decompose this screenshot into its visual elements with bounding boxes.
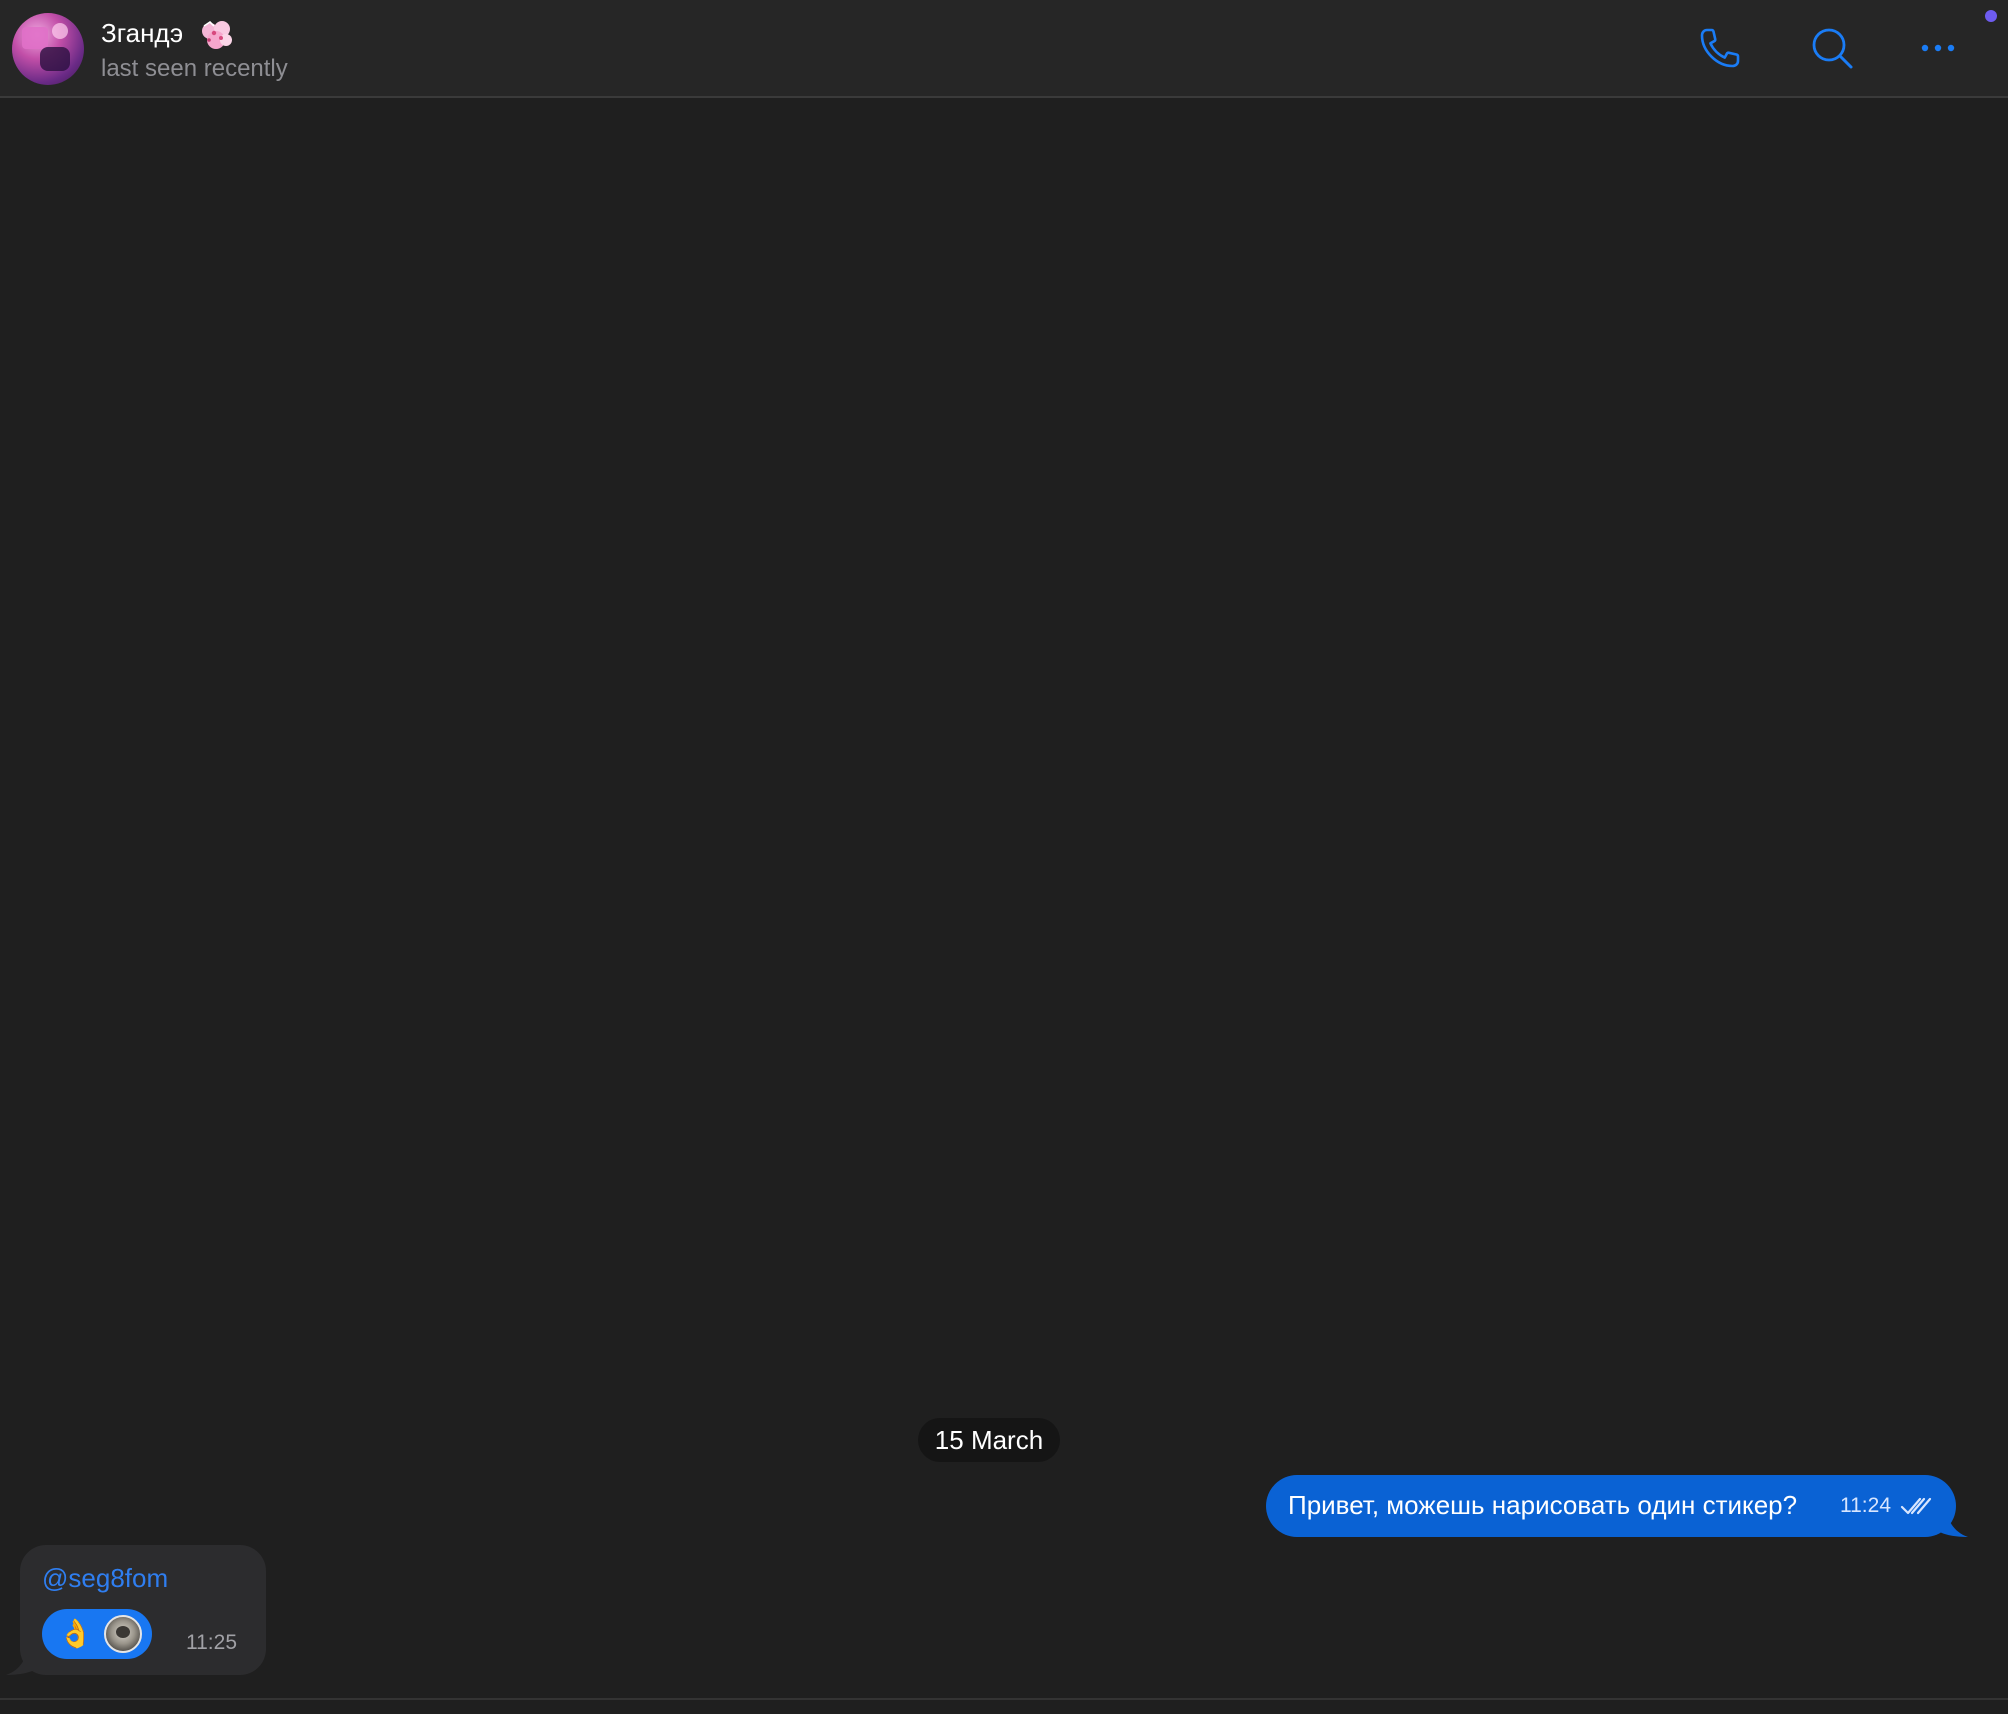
chat-window: Згандэ last seen recently 15 March Приве… <box>0 0 2008 1714</box>
bubble-tail <box>1938 1509 1968 1537</box>
incoming-message[interactable]: @seg8fom 👌 11:25 <box>6 1545 266 1675</box>
call-button[interactable] <box>1692 20 1748 76</box>
ok-hand-icon: 👌 <box>58 1618 93 1649</box>
double-check-icon <box>1900 1497 1932 1515</box>
more-button[interactable] <box>1910 20 1966 76</box>
contact-avatar[interactable] <box>12 13 84 85</box>
avatar-art <box>40 47 70 71</box>
bubble-tail <box>6 1647 36 1675</box>
cherry-blossom-sticker-icon <box>202 20 232 49</box>
message-time: 11:24 <box>1840 1494 1891 1517</box>
notification-dot <box>1985 10 1997 22</box>
username-mention-link[interactable]: @seg8fom <box>42 1563 168 1594</box>
search-icon <box>1812 28 1853 69</box>
message-time: 11:25 <box>186 1631 237 1654</box>
search-button[interactable] <box>1804 20 1860 76</box>
chat-header: Згандэ last seen recently <box>0 0 2008 98</box>
date-separator: 15 March <box>918 1418 1060 1462</box>
outgoing-message[interactable]: Привет, можешь нарисовать один стикер? 1… <box>1266 1475 1968 1537</box>
reaction-chip[interactable]: 👌 <box>42 1609 152 1659</box>
more-icon <box>1921 44 1955 52</box>
contact-name[interactable]: Згандэ <box>101 18 183 49</box>
phone-icon <box>1700 28 1740 68</box>
contact-status: last seen recently <box>101 55 288 82</box>
avatar-art <box>22 27 48 49</box>
divider <box>0 1698 2008 1700</box>
reactor-avatar <box>104 1615 142 1653</box>
avatar-art <box>52 23 68 39</box>
message-text: Привет, можешь нарисовать один стикер? <box>1288 1490 1798 1520</box>
